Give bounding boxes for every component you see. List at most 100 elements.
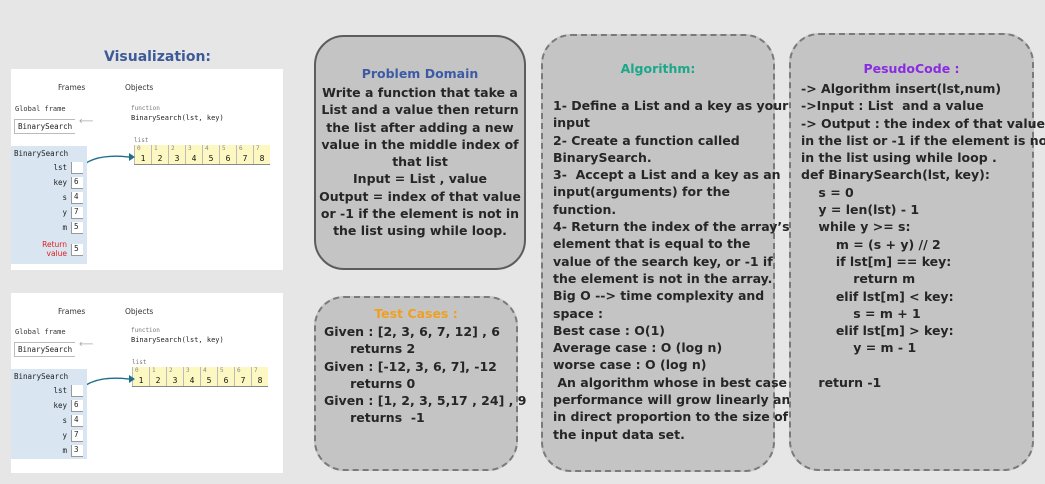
return-value-row: Return value 5 xyxy=(11,240,87,261)
list-index: 2 xyxy=(171,145,175,152)
list-value: 5 xyxy=(208,154,214,163)
list-value: 3 xyxy=(172,376,178,385)
var-name: y xyxy=(62,431,67,440)
text-line: -> Algorithm insert(lst,num) xyxy=(801,81,1002,96)
list-index: 4 xyxy=(203,367,207,374)
list-index: 3 xyxy=(188,145,192,152)
frame-var-row: y7 xyxy=(11,430,87,443)
text-line: Given : [1, 2, 3, 5,17 , 24] , 9 xyxy=(324,393,527,409)
frame-var-row: key 6 xyxy=(11,177,87,190)
pointer-arrow-icon: ⟵ xyxy=(79,339,94,350)
algorithm-box: Algorithm: 1- Define a List and a key as… xyxy=(541,34,799,472)
var-value: 6 xyxy=(71,400,83,412)
frame-var-row: s4 xyxy=(11,415,87,428)
var-value: 3 xyxy=(71,445,83,457)
text-line: y = m - 1 xyxy=(801,340,917,356)
var-name: m xyxy=(62,223,67,232)
var-value: 5 xyxy=(71,222,83,234)
text-line: Write a function that take a xyxy=(322,85,518,100)
var-value: 7 xyxy=(71,207,83,219)
text-line: while y >= s: xyxy=(801,219,911,235)
global-var-binarysearch: BinarySearch xyxy=(14,342,76,357)
list-value: 4 xyxy=(191,154,197,163)
list-cell: 12 xyxy=(151,145,168,164)
list-cell: 78 xyxy=(253,145,270,164)
list-cell: 67 xyxy=(236,145,253,164)
text-line: y = len(lst) - 1 xyxy=(801,202,920,218)
test-cases-box: Test Cases : Given : [2, 3, 6, 7, 12] , … xyxy=(314,296,526,471)
list-index: 6 xyxy=(237,367,241,374)
text-line: space : xyxy=(553,305,604,321)
text-line: function. xyxy=(553,201,617,217)
text-line: An algorithm whose in best case xyxy=(553,374,788,390)
pseudocode-text: -> Algorithm insert(lst,num) ->Input : Li… xyxy=(801,80,1045,391)
text-line: 2- Create a function called xyxy=(553,132,740,148)
list-index: 1 xyxy=(154,145,158,152)
text-line: Input = List , value xyxy=(353,171,487,187)
text-line: m = (s + y) // 2 xyxy=(801,236,941,252)
list-index: 0 xyxy=(137,145,141,152)
list-index: 6 xyxy=(239,145,243,152)
pseudocode-title: PesudoCode : xyxy=(863,61,960,76)
text-line: def BinarySearch(lst, key): xyxy=(801,167,990,183)
algorithm-text: 1- Define a List and a key as your input 2… xyxy=(553,97,799,443)
text-line: element that is equal to the xyxy=(553,236,751,252)
list-cell: 78 xyxy=(251,367,268,386)
list-label: list xyxy=(132,359,147,366)
list-cell: 34 xyxy=(185,145,202,164)
list-object: 0112233445566778 xyxy=(132,367,268,387)
list-value: 5 xyxy=(206,376,212,385)
list-cell: 23 xyxy=(166,367,183,386)
text-line: input(arguments) for the xyxy=(553,184,730,200)
list-value: 4 xyxy=(189,376,195,385)
list-value: 2 xyxy=(157,154,163,163)
text-line: if lst[m] == key: xyxy=(801,253,952,269)
text-line: returns 0 xyxy=(324,375,416,391)
list-index: 4 xyxy=(205,145,209,152)
problem-domain-box: Problem Domain Write a function that tak… xyxy=(314,35,526,270)
objects-label: Objects xyxy=(125,307,154,316)
text-line: in the list or -1 if the element is not xyxy=(801,132,1045,148)
binarysearch-frame: BinarySearch lst key 6 s 4 y 7 m 3 xyxy=(11,369,87,459)
text-line: value in the middle index of xyxy=(321,136,519,152)
var-name: m xyxy=(62,446,67,455)
global-frame-label: Global frame xyxy=(15,105,66,113)
list-cell: 45 xyxy=(200,367,217,386)
var-value xyxy=(71,162,83,174)
text-line: performance will grow linearly and xyxy=(553,392,800,408)
text-line: -> Output : the index of that value xyxy=(801,115,1045,131)
text-line: elif lst[m] > key: xyxy=(801,323,954,339)
text-line: Average case : O (log n) xyxy=(553,340,723,356)
text-line: input xyxy=(553,115,591,131)
return-label: Return value xyxy=(42,240,67,258)
list-value: 7 xyxy=(242,154,248,163)
var-name: lst xyxy=(53,386,67,395)
text-line: the list after adding a new xyxy=(326,119,514,135)
frame-var-row: m3 xyxy=(11,445,87,458)
list-cell: 23 xyxy=(168,145,185,164)
text-line: Best case : O(1) xyxy=(553,322,665,338)
list-cell: 12 xyxy=(149,367,166,386)
text-line: 3- Accept a List and a key as an xyxy=(553,167,781,183)
text-line: 1- Define a List and a key as your xyxy=(553,98,789,113)
frame-var-row: key 6 xyxy=(11,400,87,413)
list-index: 2 xyxy=(169,367,173,374)
list-cell: 34 xyxy=(183,367,200,386)
var-name: s xyxy=(62,193,67,202)
list-value: 8 xyxy=(259,154,265,163)
list-index: 5 xyxy=(222,145,226,152)
frame-var-row: m5 xyxy=(11,222,87,235)
global-var-binarysearch: BinarySearch xyxy=(14,119,76,134)
frame-var-row: y7 xyxy=(11,207,87,220)
list-index: 7 xyxy=(256,145,260,152)
frames-label: Frames xyxy=(58,83,86,92)
frame-panel-2: Frames Objects Global frame BinarySearch… xyxy=(11,293,283,473)
var-name: key xyxy=(53,178,67,187)
pointer-arrow-icon: ⟵ xyxy=(79,116,94,127)
frame-panel-1: Frames Objects Global frame BinarySearch… xyxy=(11,69,283,270)
list-cell: 56 xyxy=(219,145,236,164)
text-line: Given : [2, 3, 6, 7, 12] , 6 xyxy=(324,324,500,339)
var-name: s xyxy=(62,416,67,425)
text-line: ->Input : List and a value xyxy=(801,98,984,114)
text-line: elif lst[m] < key: xyxy=(801,288,954,304)
